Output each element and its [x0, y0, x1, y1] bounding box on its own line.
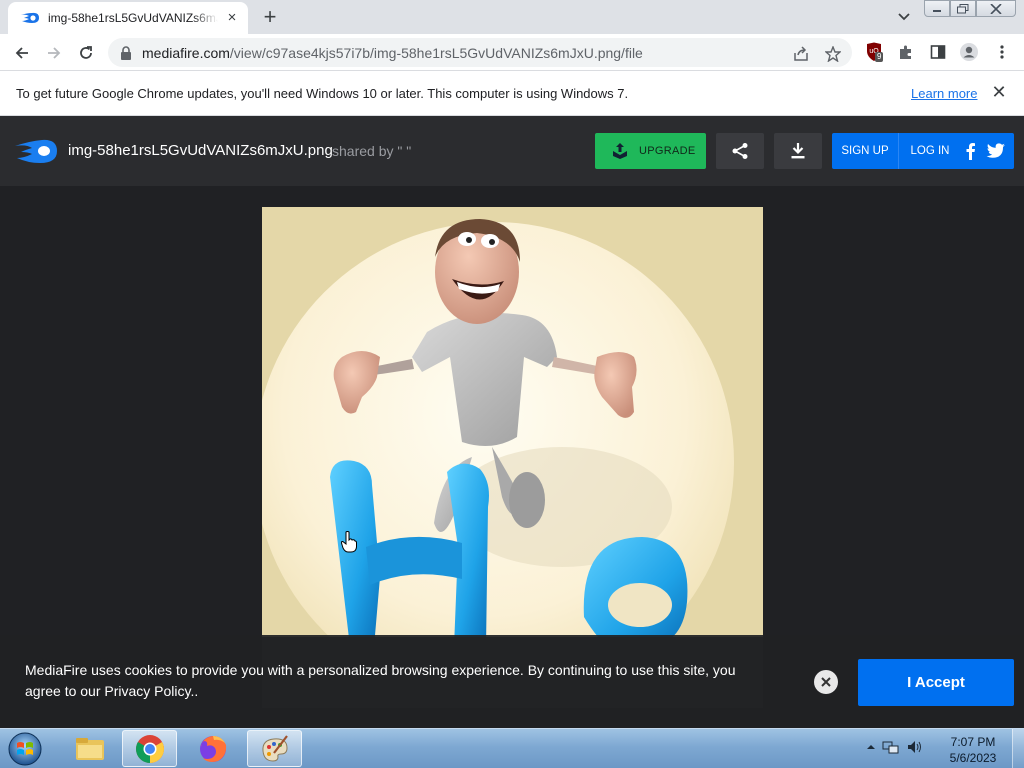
log-in-button[interactable]: LOG IN [900, 133, 960, 169]
share-button[interactable] [716, 133, 764, 169]
show-hidden-icons-icon[interactable] [866, 742, 876, 752]
taskbar-chrome[interactable] [122, 730, 177, 767]
reload-icon [80, 46, 92, 59]
cookie-close-button[interactable] [814, 670, 838, 694]
windows-start-icon[interactable] [5, 731, 45, 767]
chrome-icon [135, 734, 164, 763]
forward-button[interactable] [41, 40, 67, 66]
sign-up-button[interactable]: SIGN UP [832, 133, 899, 169]
extension-badge: 9 [875, 52, 884, 62]
chevron-down-icon[interactable] [894, 8, 914, 26]
download-button[interactable] [774, 133, 822, 169]
upgrade-box-icon [613, 143, 627, 159]
restore-button[interactable] [950, 0, 976, 17]
mediafire-icon [21, 12, 39, 23]
taskbar-firefox[interactable] [185, 730, 240, 767]
mediafire-logo-icon[interactable] [14, 138, 58, 164]
forward-arrow-icon [48, 47, 61, 59]
tab-title: img-58he1rsL5GvUdVANIZs6mJxU.png [48, 11, 218, 25]
lock-icon [121, 45, 131, 60]
back-arrow-icon [15, 47, 28, 59]
menu-kebab-icon[interactable] [992, 42, 1012, 62]
url-path: /view/c97ase4kjs57i7b/img-58he1rsL5GvUdV… [229, 44, 643, 61]
taskbar-paint[interactable] [247, 730, 302, 767]
back-button[interactable] [9, 40, 35, 66]
address-bar[interactable]: mediafire.com/view/c97ase4kjs57i7b/img-5… [108, 38, 852, 67]
window-controls [924, 0, 1016, 17]
system-tray [866, 739, 924, 755]
ublock-extension-icon[interactable]: uO 9 [864, 42, 884, 62]
browser-tab[interactable]: img-58he1rsL5GvUdVANIZs6mJxU.png × [8, 2, 248, 34]
auth-button-group: SIGN UP LOG IN [832, 133, 1014, 169]
cookie-banner: MediaFire uses cookies to provide you wi… [0, 635, 1024, 728]
browser-toolbar: mediafire.com/view/c97ase4kjs57i7b/img-5… [0, 34, 1024, 71]
facebook-icon[interactable] [962, 142, 980, 160]
network-icon[interactable] [882, 739, 900, 755]
learn-more-link[interactable]: Learn more [911, 86, 977, 101]
new-tab-button[interactable]: + [258, 6, 282, 30]
url-text: mediafire.com/view/c97ase4kjs57i7b/img-5… [142, 45, 643, 61]
minimize-button[interactable] [924, 0, 950, 17]
folder-icon [75, 737, 104, 760]
shared-by-text: shared by " " [332, 143, 412, 159]
url-host: mediafire.com [142, 44, 230, 61]
clock-time: 7:07 PM [950, 735, 996, 749]
file-name: img-58he1rsL5GvUdVANIZs6mJxU.png [68, 142, 333, 159]
infobar-message: To get future Google Chrome updates, you… [16, 86, 629, 101]
show-desktop-button[interactable] [1012, 729, 1024, 768]
share-page-icon[interactable] [792, 45, 810, 63]
paint-palette-icon [261, 734, 288, 762]
close-icon [990, 3, 1002, 14]
profile-avatar-icon[interactable] [959, 42, 979, 62]
infobar-close-icon[interactable]: ✕ [990, 83, 1008, 101]
tab-close-icon[interactable]: × [224, 10, 240, 26]
download-icon [791, 143, 805, 159]
upgrade-button[interactable]: UPGRADE [595, 133, 706, 169]
cookie-text: MediaFire uses cookies to provide you wi… [25, 662, 736, 699]
extensions-puzzle-icon[interactable] [896, 42, 916, 62]
side-panel-icon[interactable] [928, 42, 948, 62]
hp-character-image [262, 207, 763, 708]
mediafire-header: img-58he1rsL5GvUdVANIZs6mJxU.png shared … [0, 116, 1024, 186]
firefox-icon [199, 735, 226, 762]
tab-strip: img-58he1rsL5GvUdVANIZs6mJxU.png × + [0, 0, 1024, 34]
mouse-cursor-hand-icon [341, 531, 357, 553]
share-icon [732, 143, 748, 159]
volume-icon[interactable] [906, 739, 924, 755]
accept-cookies-button[interactable]: I Accept [858, 659, 1014, 706]
windows-taskbar: 7:07 PM 5/6/2023 [0, 728, 1024, 768]
minimize-icon [933, 9, 941, 12]
close-window-button[interactable] [976, 0, 1016, 17]
twitter-icon[interactable] [986, 142, 1006, 160]
clock-date: 5/6/2023 [949, 751, 997, 765]
taskbar-clock[interactable]: 7:07 PM 5/6/2023 [940, 734, 1006, 766]
close-icon [821, 677, 831, 687]
upgrade-label: UPGRADE [639, 145, 696, 157]
image-preview[interactable] [262, 207, 763, 708]
restore-icon [957, 3, 969, 13]
reload-button[interactable] [73, 40, 99, 66]
update-infobar: To get future Google Chrome updates, you… [0, 71, 1024, 116]
taskbar-explorer[interactable] [62, 730, 117, 767]
bookmark-star-icon[interactable] [824, 45, 842, 63]
